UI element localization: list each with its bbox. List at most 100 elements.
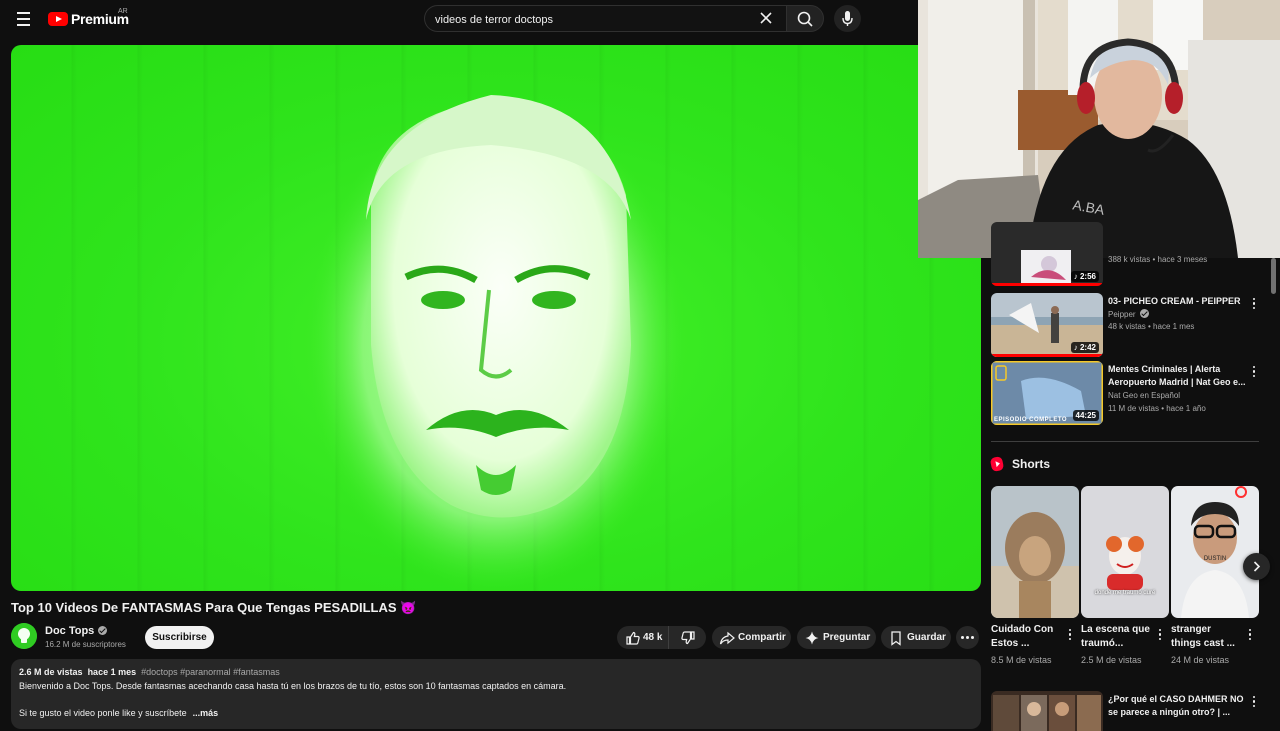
description-stats: 2.6 M de vistas hace 1 mes #doctops #par… <box>19 667 280 677</box>
upload-date: hace 1 mes <box>87 667 137 677</box>
more-actions-button[interactable] <box>956 626 979 649</box>
video-player[interactable] <box>11 45 981 591</box>
save-label: Guardar <box>907 632 946 643</box>
more-vertical-icon <box>1249 295 1259 310</box>
more-vertical-icon <box>1249 693 1259 708</box>
channel-name-text: Doc Tops <box>45 625 95 637</box>
video-title: 03- PICHEO CREAM - PEIPPER <box>1108 296 1241 306</box>
short-menu-button[interactable] <box>1245 626 1255 642</box>
share-label: Compartir <box>738 632 786 643</box>
bookmark-icon <box>891 631 901 646</box>
microphone-icon <box>842 11 853 26</box>
channel-name: Peipper <box>1108 309 1149 319</box>
streamer-webcam-image: A.BA <box>918 0 1280 258</box>
recommended-video[interactable]: ♪ 2:56 388 k vistas • hace 3 meses <box>991 222 1266 286</box>
watch-progress-bar <box>991 283 1103 286</box>
short-views: 8.5 M de vistas <box>991 655 1052 665</box>
chevron-right-icon <box>1253 561 1261 572</box>
short-menu-button[interactable] <box>1155 626 1165 642</box>
webcam-overlay: A.BA <box>918 0 1280 258</box>
short-title: La escena que traumó... <box>1081 624 1150 649</box>
youtube-play-icon <box>48 12 68 26</box>
short-thumbnail: DUSTIN <box>1171 486 1259 618</box>
more-vertical-icon <box>1065 626 1075 641</box>
video-thumbnail: EPISODIO COMPLETO 44:25 <box>991 361 1103 425</box>
show-more-link[interactable]: ...más <box>193 708 219 718</box>
ask-label: Preguntar <box>823 632 871 643</box>
subscribe-button[interactable]: Suscribirse <box>145 626 214 649</box>
subscriber-count: 16.2 M de suscriptores <box>45 640 126 649</box>
video-duration: 44:25 <box>1072 410 1099 421</box>
verified-icon <box>1139 309 1149 318</box>
video-duration: ♪ 2:56 <box>1070 271 1099 282</box>
video-title: ¿Por qué el CASO DAHMER NO se parece a n… <box>1108 694 1244 717</box>
thumbs-down-icon <box>681 631 695 645</box>
short-menu-button[interactable] <box>1065 626 1075 642</box>
save-button[interactable]: Guardar <box>881 626 951 649</box>
video-thumbnail <box>991 691 1103 731</box>
recommended-video[interactable]: EPISODIO COMPLETO 44:25 Mentes Criminale… <box>991 361 1266 425</box>
more-horizontal-icon <box>961 636 974 639</box>
short-item[interactable]: donde me traumó duré La escena que traum… <box>1081 486 1169 665</box>
description-text-2: Si te gusto el video ponle like y suscrí… <box>19 708 218 718</box>
video-meta: 48 k vistas • hace 1 mes <box>1108 322 1195 331</box>
short-title: stranger things cast ... <box>1171 624 1235 649</box>
video-menu-button[interactable] <box>1249 295 1259 311</box>
thumbnail-text: EPISODIO COMPLETO <box>994 417 1068 423</box>
description-text: Bienvenido a Doc Tops. Desde fantasmas a… <box>19 681 567 691</box>
hashtags[interactable]: #doctops #paranormal #fantasmas <box>141 667 280 677</box>
clear-search-icon[interactable] <box>756 8 776 28</box>
short-item[interactable]: Cuidado Con Estos ... 8.5 M de vistas <box>991 486 1079 665</box>
video-title: Mentes Criminales | Alerta Aeropuerto Ma… <box>1108 364 1246 387</box>
region-code: AR <box>118 8 128 15</box>
video-title: Top 10 Videos De FANTASMAS Para Que Teng… <box>11 600 417 615</box>
menu-icon[interactable] <box>12 8 36 30</box>
description-text-2-content: Si te gusto el video ponle like y suscrí… <box>19 708 187 718</box>
video-menu-button[interactable] <box>1249 363 1259 379</box>
sparkle-icon <box>805 631 819 645</box>
search-input[interactable] <box>435 11 735 28</box>
more-vertical-icon <box>1249 363 1259 378</box>
channel-name[interactable]: Doc Tops <box>45 625 108 637</box>
short-views: 24 M de vistas <box>1171 655 1230 665</box>
video-menu-button[interactable] <box>1249 693 1259 709</box>
sidebar-scrollbar[interactable] <box>1271 258 1276 294</box>
watch-progress-bar <box>991 354 1103 357</box>
short-views: 2.5 M de vistas <box>1081 655 1142 665</box>
like-button[interactable]: 48 k <box>617 626 668 649</box>
sidebar-divider <box>991 441 1259 442</box>
shorts-heading: Shorts <box>1012 457 1051 471</box>
video-meta: 388 k vistas • hace 3 meses <box>1108 255 1208 264</box>
thumbs-up-icon <box>626 631 640 645</box>
video-thumbnail: ♪ 2:56 <box>991 222 1103 286</box>
short-item[interactable]: DUSTIN stranger things cast ... 24 M de … <box>1171 486 1259 665</box>
recommended-video[interactable]: ♪ 2:42 03- PICHEO CREAM - PEIPPER Peippe… <box>991 293 1266 357</box>
youtube-premium-logo[interactable]: Premium <box>48 10 129 28</box>
video-frame-face-image <box>306 95 686 591</box>
video-thumbnail: ♪ 2:42 <box>991 293 1103 357</box>
search-button[interactable] <box>786 5 824 32</box>
share-button[interactable]: Compartir <box>712 626 791 649</box>
doc-tops-logo-icon <box>11 623 37 649</box>
like-count: 48 k <box>643 632 663 643</box>
search-box[interactable] <box>424 5 786 32</box>
short-title: Cuidado Con Estos ... <box>991 624 1054 649</box>
video-duration: ♪ 2:42 <box>1070 342 1099 353</box>
verified-icon <box>98 626 108 635</box>
short-thumbnail: donde me traumó duré <box>1081 486 1169 618</box>
share-icon <box>719 631 735 645</box>
shorts-icon <box>989 455 1005 473</box>
channel-name: Nat Geo en Español <box>1108 391 1181 400</box>
description-box[interactable]: 2.6 M de vistas hace 1 mes #doctops #par… <box>11 659 981 729</box>
short-thumbnail <box>991 486 1079 618</box>
recommended-video[interactable]: ¿Por qué el CASO DAHMER NO se parece a n… <box>991 691 1266 731</box>
shorts-next-button[interactable] <box>1243 553 1270 580</box>
ask-button[interactable]: Preguntar <box>797 626 876 649</box>
more-vertical-icon <box>1245 626 1255 641</box>
video-meta: 11 M de vistas • hace 1 año <box>1108 404 1206 413</box>
dislike-button[interactable] <box>668 626 706 649</box>
channel-avatar[interactable] <box>11 623 37 649</box>
view-count: 2.6 M de vistas <box>19 667 83 677</box>
short-caption: donde me traumó duré <box>1094 590 1156 596</box>
voice-search-button[interactable] <box>834 5 861 32</box>
